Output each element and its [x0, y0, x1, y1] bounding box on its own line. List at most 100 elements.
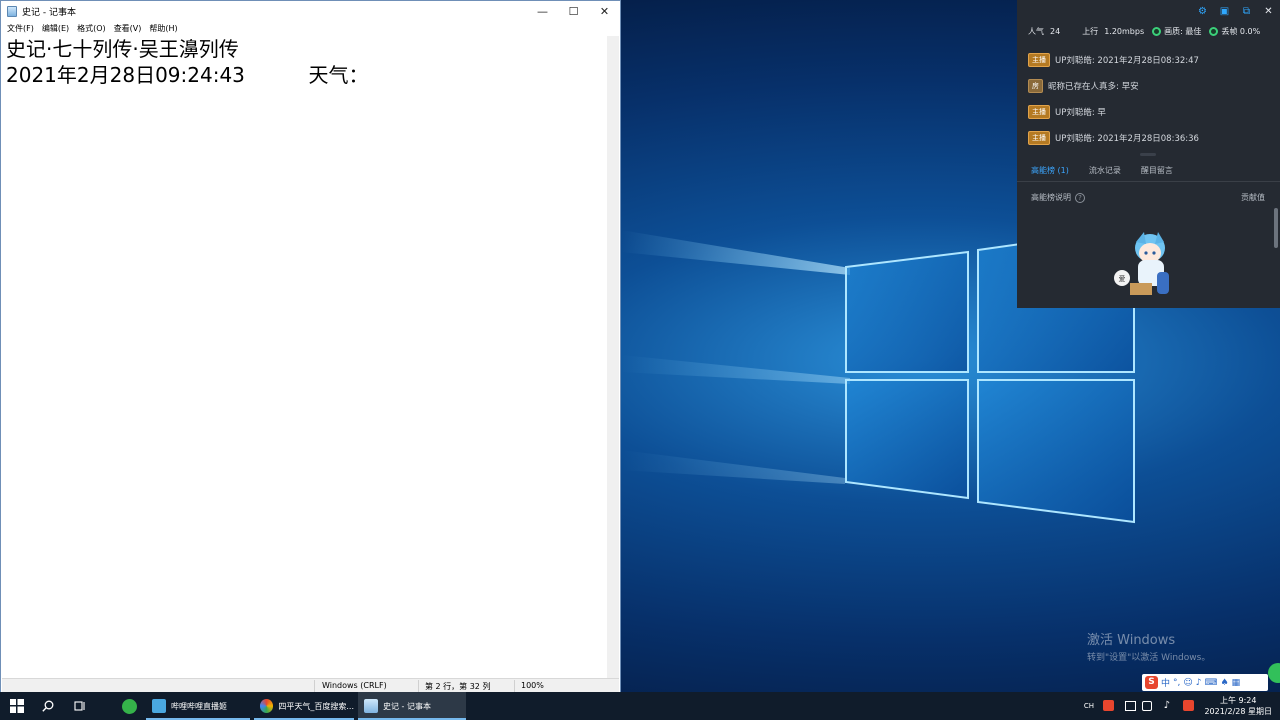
message-text: UP刘聪皓: 早 [1055, 108, 1106, 118]
grid-icon[interactable]: ▦ [1232, 678, 1241, 688]
tray-volume-icon[interactable]: ♪ [1164, 700, 1170, 711]
tab-high-energy[interactable]: 高能榜 (1) [1031, 165, 1069, 176]
notepad-window: 史记 - 记事本 — ☐ ✕ 文件(F) 编辑(E) 格式(O) 查看(V) 帮… [0, 0, 621, 693]
tray-network-icon[interactable] [1142, 701, 1152, 711]
encoding-status: Windows (CRLF) [322, 681, 387, 690]
host-badge: 主播 [1028, 53, 1050, 67]
frame-loss-indicator-icon [1209, 27, 1219, 36]
upload-value: 1.20mbps [1104, 27, 1145, 36]
tab-superchat[interactable]: 醒目留言 [1141, 165, 1173, 176]
danmaku-message[interactable]: 房 昵称已存在人真多: 早安 [1028, 79, 1139, 93]
status-separator [418, 680, 419, 692]
pinned-app-green[interactable] [114, 692, 144, 720]
language-indicator[interactable]: CH [1084, 702, 1094, 710]
cursor-position: 第 2 行，第 32 列 [425, 682, 491, 691]
danmaku-message[interactable]: 主播 UP刘聪皓: 早 [1028, 105, 1106, 119]
input-method-toolbar: S 中 °, ☺ ♪ ⌨ ♠ ▦ [1142, 674, 1268, 691]
help-icon[interactable]: ? [1075, 193, 1085, 203]
emoji-icon[interactable]: ☺ [1183, 678, 1192, 688]
window-title: 史记 - 记事本 [22, 8, 76, 18]
app-circle-icon [121, 698, 137, 714]
close-button[interactable]: ✕ [589, 1, 620, 22]
keyboard-icon[interactable]: ⌨ [1205, 678, 1218, 688]
panel-tabs: 高能榜 (1) 流水记录 醒目留言 [1017, 160, 1280, 182]
frame-loss-label: 丢帧 0.0% [1221, 27, 1261, 36]
search-icon [42, 700, 54, 712]
host-badge: 主播 [1028, 131, 1050, 145]
vertical-scrollbar[interactable] [607, 36, 619, 678]
ranking-help-label[interactable]: 高能榜说明 [1031, 193, 1071, 202]
stream-stats: 人气 24 上行 1.20mbps 画质: 最佳 丢帧 0.0% [1028, 26, 1272, 37]
close-icon[interactable]: ✕ [1263, 6, 1274, 17]
sogou-logo-icon[interactable]: S [1145, 676, 1158, 689]
notepad-icon [364, 699, 378, 713]
browser-icon [260, 699, 274, 713]
title-bar[interactable]: 史记 - 记事本 — ☐ ✕ [1, 1, 620, 22]
taskbar-app-browser[interactable]: 四平天气_百度搜索... [254, 692, 354, 720]
taskbar-app-label: 四平天气_百度搜索... [278, 701, 354, 711]
popularity-value: 24 [1050, 27, 1061, 36]
zoom-level: 100% [521, 681, 544, 690]
shirt-icon[interactable]: ♠ [1221, 678, 1229, 688]
mascot-bubble-text: 爱 [1119, 275, 1126, 283]
maximize-button[interactable]: ☐ [558, 1, 589, 22]
host-badge: 主播 [1028, 105, 1050, 119]
ime-punct-toggle[interactable]: °, [1173, 678, 1180, 688]
status-separator [514, 680, 515, 692]
quality-indicator-icon [1152, 27, 1162, 36]
panel-scrollbar[interactable] [1274, 208, 1278, 248]
lock-icon[interactable]: ▣ [1219, 6, 1230, 17]
status-separator [314, 680, 315, 692]
search-button[interactable] [34, 692, 62, 720]
popularity-label: 人气 [1028, 27, 1044, 36]
quality-label: 画质: 最佳 [1164, 27, 1202, 36]
text-line: 2021年2月28日09:24:43 天气： [6, 63, 369, 87]
taskbar-app-notepad[interactable]: 史记 - 记事本 [358, 692, 466, 720]
danmaku-message[interactable]: 主播 UP刘聪皓: 2021年2月28日08:36:36 [1028, 131, 1199, 145]
menu-bar: 文件(F) 编辑(E) 格式(O) 查看(V) 帮助(H) [1, 22, 620, 35]
clock-date: 2021/2/28 星期日 [1204, 707, 1272, 716]
taskbar-app-label: 史记 - 记事本 [383, 701, 431, 711]
ime-mode-toggle[interactable]: 中 [1161, 676, 1170, 689]
status-bar: Windows (CRLF) 第 2 行，第 32 列 100% [2, 678, 619, 692]
task-view-icon [74, 701, 85, 711]
danmaku-message[interactable]: 主播 UP刘聪皓: 2021年2月28日08:32:47 [1028, 53, 1199, 67]
contribution-label: 贡献值 [1241, 193, 1265, 202]
tab-flow-record[interactable]: 流水记录 [1089, 165, 1121, 176]
windows-start-icon [10, 699, 24, 713]
message-text: UP刘聪皓: 2021年2月28日08:32:47 [1055, 56, 1199, 66]
bilibili-live-icon [152, 699, 166, 713]
room-badge: 房 [1028, 79, 1043, 93]
system-clock[interactable]: 上午 9:24 2021/2/28 星期日 [1204, 695, 1272, 717]
message-text: UP刘聪皓: 2021年2月28日08:36:36 [1055, 134, 1199, 144]
start-button[interactable] [0, 692, 34, 720]
menu-format[interactable]: 格式(O) [77, 23, 106, 34]
menu-edit[interactable]: 编辑(E) [42, 23, 69, 34]
minimize-button[interactable]: — [527, 1, 558, 22]
tray-sogou-icon[interactable] [1103, 700, 1114, 711]
tray-sogou-input-icon[interactable] [1183, 700, 1194, 711]
settings-icon[interactable]: ⚙ [1197, 6, 1208, 17]
message-text: 昵称已存在人真多: 早安 [1048, 82, 1139, 92]
mascot-character-image: 爱 [1114, 232, 1169, 295]
taskbar-app-label: 哔哩哔哩直播姬 [171, 701, 227, 711]
menu-view[interactable]: 查看(V) [114, 23, 142, 34]
mic-icon[interactable]: ♪ [1196, 678, 1202, 688]
popout-icon[interactable]: ⧉ [1241, 6, 1252, 17]
ranking-header: 高能榜说明? 贡献值 [1031, 192, 1265, 203]
text-editor[interactable]: 史记·七十列传·吴王濞列传 2021年2月28日09:24:43 天气： [2, 36, 607, 678]
taskbar: 哔哩哔哩直播姬 四平天气_百度搜索... 史记 - 记事本 CH ♪ 上午 9:… [0, 692, 1280, 720]
taskbar-app-bilibili[interactable]: 哔哩哔哩直播姬 [146, 692, 250, 720]
watermark-subtitle: 转到"设置"以激活 Windows。 [1087, 653, 1211, 663]
activation-watermark: 激活 Windows 转到"设置"以激活 Windows。 [1087, 629, 1210, 663]
tray-display-icon[interactable] [1125, 701, 1136, 711]
panel-toolbar: ⚙ ▣ ⧉ ✕ [1197, 6, 1274, 17]
watermark-title: 激活 Windows [1087, 633, 1176, 648]
upload-label: 上行 [1082, 27, 1099, 36]
menu-help[interactable]: 帮助(H) [149, 23, 177, 34]
clock-time: 上午 9:24 [1219, 696, 1257, 705]
menu-file[interactable]: 文件(F) [7, 23, 34, 34]
notepad-icon [7, 6, 17, 17]
message-scroll-handle[interactable] [1140, 153, 1156, 156]
task-view-button[interactable] [66, 692, 94, 720]
